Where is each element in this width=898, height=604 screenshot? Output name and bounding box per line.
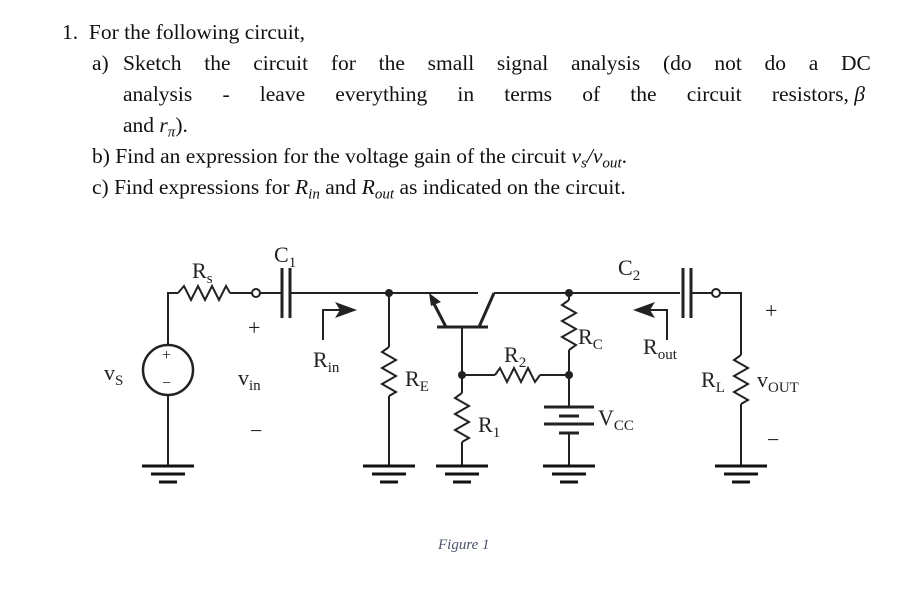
label-c2: C2 <box>618 255 640 284</box>
resistor-re <box>379 346 399 397</box>
wire-terminal-rl <box>720 292 742 355</box>
label-rout: Rout <box>643 334 678 363</box>
ground-icon <box>713 464 769 484</box>
junction-dot <box>385 289 393 297</box>
label-c1: C1 <box>274 242 296 271</box>
source-plus-sign: + <box>162 347 171 364</box>
junction-dot <box>458 371 466 379</box>
ground-icon <box>361 464 417 484</box>
junction-dot <box>565 289 573 297</box>
label-vout: vOUT <box>757 367 799 396</box>
label-vcc: VCC <box>598 405 634 434</box>
vout-terminal <box>711 288 721 298</box>
circuit-diagram: + − Rs C1 vS + vin − Rin RE R1 R2 RC VCC… <box>104 242 799 484</box>
junction-dot <box>565 371 573 379</box>
resistor-rs <box>177 283 231 303</box>
vin-plus-sign: + <box>248 315 260 340</box>
label-r2: R2 <box>504 342 526 371</box>
vin-terminal <box>251 288 261 298</box>
vin-minus-sign: − <box>250 418 262 443</box>
resistor-r2 <box>494 365 541 385</box>
label-rc: RC <box>578 324 603 353</box>
label-r1: R1 <box>478 412 500 441</box>
figure-caption: Figure 1 <box>438 537 490 553</box>
ground-icon <box>434 464 490 484</box>
label-vs: vS <box>104 360 123 389</box>
label-re: RE <box>405 366 429 395</box>
label-rl: RL <box>701 367 725 396</box>
wire-source <box>167 292 178 345</box>
source-minus-sign: − <box>162 375 171 392</box>
ground-icon <box>541 464 597 484</box>
label-rin: Rin <box>313 347 340 376</box>
vout-plus-sign: + <box>765 298 777 323</box>
resistor-rc <box>559 299 579 351</box>
resistor-rl <box>731 354 751 405</box>
vout-minus-sign: − <box>767 427 779 452</box>
transistor-collector <box>477 292 496 328</box>
resistor-r1 <box>452 392 472 443</box>
label-vin: vin <box>238 365 261 394</box>
emitter-arrow-icon <box>429 293 441 306</box>
ground-icon <box>140 464 196 484</box>
label-rs: Rs <box>192 258 213 287</box>
